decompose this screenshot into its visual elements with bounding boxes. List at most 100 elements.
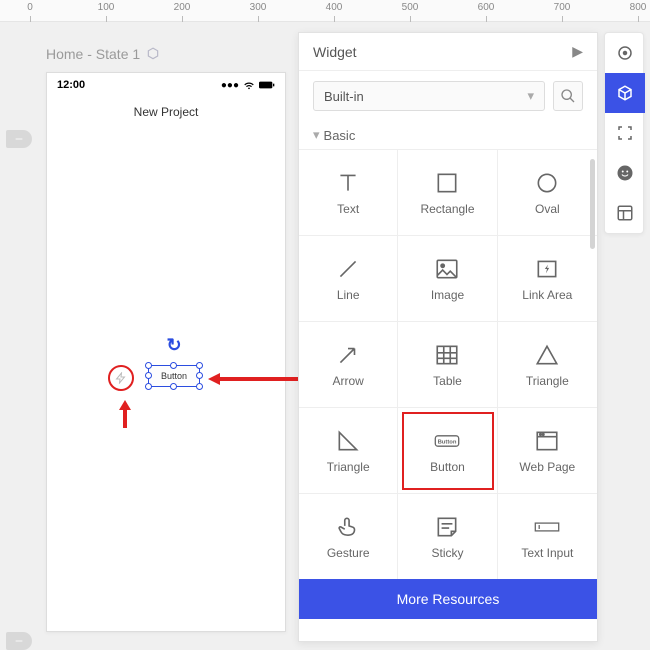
arrow-icon <box>335 342 361 368</box>
group-label-text: Basic <box>324 128 356 143</box>
widget-label: Arrow <box>332 374 363 388</box>
widget-label: Triangle <box>526 374 569 388</box>
link-area-icon <box>534 256 560 282</box>
battery-icon <box>259 80 275 90</box>
resize-handle[interactable] <box>196 383 203 390</box>
gesture-icon <box>335 514 361 540</box>
resize-handle[interactable] <box>170 383 177 390</box>
widget-sticky[interactable]: Sticky <box>398 494 497 579</box>
oval-icon <box>534 170 560 196</box>
panel-collapse-icon[interactable]: ▶ <box>572 43 583 60</box>
group-header[interactable]: ▾ Basic <box>299 121 597 149</box>
widget-button[interactable]: Button Button <box>398 408 497 494</box>
signal-icon: ●●● <box>221 80 239 91</box>
phone-statusbar: 12:00 ●●● <box>47 73 285 97</box>
widget-label: Image <box>431 288 464 302</box>
hexagon-icon <box>146 47 160 61</box>
widget-gesture[interactable]: Gesture <box>299 494 398 579</box>
ruler-horizontal: 0 100 200 300 400 500 600 700 800 <box>0 0 650 22</box>
text-input-icon <box>534 514 560 540</box>
widget-label: Gesture <box>327 546 370 560</box>
page-tab-handle[interactable] <box>6 130 32 148</box>
category-dropdown[interactable]: Built-in ▾ <box>313 81 545 111</box>
resize-handle[interactable] <box>196 372 203 379</box>
annotation-arrow-up-icon <box>117 400 133 428</box>
table-icon <box>434 342 460 368</box>
wifi-icon <box>243 80 255 90</box>
widget-oval[interactable]: Oval <box>498 150 597 236</box>
more-resources-label: More Resources <box>397 591 500 607</box>
right-triangle-icon <box>335 428 361 454</box>
rotate-handle-icon[interactable]: ↻ <box>166 335 181 356</box>
resize-handle[interactable] <box>196 362 203 369</box>
svg-text:Button: Button <box>438 439 457 445</box>
widget-label: Rectangle <box>420 202 474 216</box>
line-icon <box>335 256 361 282</box>
chevron-down-icon: ▾ <box>313 127 320 143</box>
widget-label: Button <box>430 460 465 474</box>
tool-scan[interactable] <box>605 113 645 153</box>
selected-widget[interactable]: ↻ Button <box>148 365 200 387</box>
breadcrumb[interactable]: Home - State 1 <box>46 46 160 62</box>
widget-link-area[interactable]: Link Area <box>498 236 597 322</box>
sticky-icon <box>434 514 460 540</box>
widget-text[interactable]: Text <box>299 150 398 236</box>
tool-target[interactable] <box>605 33 645 73</box>
widget-rectangle[interactable]: Rectangle <box>398 150 497 236</box>
dropdown-value: Built-in <box>324 89 364 104</box>
resize-handle[interactable] <box>170 362 177 369</box>
widget-text-input[interactable]: Text Input <box>498 494 597 579</box>
image-icon <box>434 256 460 282</box>
widget-image[interactable]: Image <box>398 236 497 322</box>
panel-scrollbar[interactable] <box>590 159 595 249</box>
layout-icon <box>616 204 634 222</box>
selected-button-label: Button <box>161 371 187 381</box>
widget-grid: Text Rectangle Oval Line Image Link Area… <box>299 149 597 579</box>
resize-handle[interactable] <box>145 362 152 369</box>
target-icon <box>616 44 634 62</box>
widget-right-triangle[interactable]: Triangle <box>299 408 398 494</box>
more-resources-button[interactable]: More Resources <box>299 579 597 619</box>
widget-label: Line <box>337 288 360 302</box>
resize-handle[interactable] <box>145 372 152 379</box>
chevron-down-icon: ▾ <box>527 88 534 104</box>
search-icon <box>560 88 576 104</box>
breadcrumb-label: Home - State 1 <box>46 46 140 62</box>
rectangle-icon <box>434 170 460 196</box>
web-page-icon <box>534 428 560 454</box>
side-toolbar <box>604 32 644 234</box>
page-tab-handle[interactable] <box>6 632 32 650</box>
widget-label: Link Area <box>522 288 572 302</box>
widget-line[interactable]: Line <box>299 236 398 322</box>
search-button[interactable] <box>553 81 583 111</box>
phone-title: New Project <box>47 97 285 127</box>
widget-label: Text Input <box>521 546 573 560</box>
widget-triangle[interactable]: Triangle <box>498 322 597 408</box>
selected-button-widget[interactable]: Button <box>148 365 200 387</box>
widget-table[interactable]: Table <box>398 322 497 408</box>
lightning-icon <box>115 372 127 384</box>
widget-panel: Widget ▶ Built-in ▾ ▾ Basic Text Rectang… <box>298 32 598 642</box>
widget-arrow[interactable]: Arrow <box>299 322 398 408</box>
widget-label: Table <box>433 374 462 388</box>
widget-label: Web Page <box>519 460 575 474</box>
annotation-circle <box>108 365 134 391</box>
widget-label: Triangle <box>327 460 370 474</box>
button-icon: Button <box>434 428 460 454</box>
text-icon <box>335 170 361 196</box>
emoji-icon <box>616 164 634 182</box>
tool-layout[interactable] <box>605 193 645 233</box>
widget-label: Sticky <box>431 546 463 560</box>
triangle-icon <box>534 342 560 368</box>
tool-emoji[interactable] <box>605 153 645 193</box>
cube-icon <box>616 84 634 102</box>
tool-widgets[interactable] <box>605 73 645 113</box>
scan-icon <box>616 124 634 142</box>
status-icons: ●●● <box>221 80 275 91</box>
widget-web-page[interactable]: Web Page <box>498 408 597 494</box>
resize-handle[interactable] <box>145 383 152 390</box>
widget-label: Oval <box>535 202 560 216</box>
widget-label: Text <box>337 202 359 216</box>
phone-time: 12:00 <box>57 79 85 91</box>
panel-title: Widget <box>313 44 357 60</box>
